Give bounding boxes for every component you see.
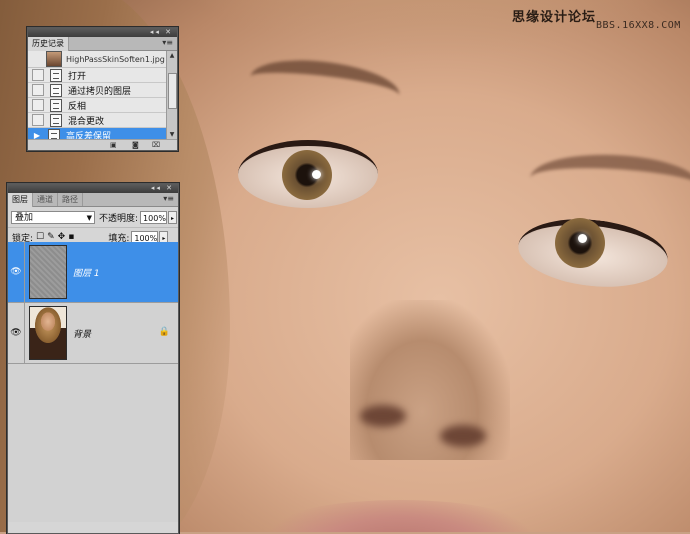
photo-eye-highlight (578, 234, 587, 243)
layer-name[interactable]: 图层 1 (73, 266, 100, 279)
eye-icon[interactable]: 👁 (8, 303, 25, 363)
document-icon (50, 68, 62, 82)
lock-icon: 🔒 (158, 327, 170, 337)
layer-name[interactable]: 背景 (73, 327, 91, 340)
photo-right-eyebrow (528, 149, 690, 215)
layer-thumbnail (29, 245, 67, 299)
scroll-down-icon[interactable]: ▼ (167, 130, 177, 139)
watermark-text: 思缘设计论坛 (512, 10, 597, 25)
blend-mode-select[interactable]: 叠加 ▼ (11, 210, 95, 224)
document-icon (50, 113, 62, 127)
panel-collapse-close-icon[interactable]: ◂◂ ✕ (151, 184, 174, 193)
history-source-checkbox[interactable] (32, 114, 44, 126)
photo-left-eyebrow (247, 54, 403, 118)
opacity-input[interactable]: 100% (140, 210, 168, 224)
photo-eye-highlight (312, 170, 321, 179)
document-icon (48, 128, 60, 139)
history-source-checkbox[interactable] (32, 84, 44, 96)
history-scrollbar[interactable]: ▲ ▼ (166, 51, 177, 139)
history-state[interactable]: 打开 (28, 68, 166, 83)
document-icon (50, 83, 62, 97)
lock-all-icon[interactable]: ▪ (68, 232, 74, 242)
history-source-checkbox[interactable] (32, 69, 44, 81)
history-pointer-icon: ▶ (33, 130, 41, 140)
history-list: HighPassSkinSoften1.jpg 打开 通过拷贝的图层 反相 混合… (28, 51, 166, 139)
history-state[interactable]: 反相 (28, 98, 166, 113)
delete-state-icon[interactable]: ⌧ (152, 141, 160, 149)
panel-menu-icon[interactable]: ▾≡ (163, 194, 174, 203)
history-state-label: 反相 (68, 101, 87, 112)
snapshot-thumbnail (46, 51, 62, 67)
history-state[interactable]: 通过拷贝的图层 (28, 83, 166, 98)
photo-left-iris (282, 150, 332, 200)
photo-nose (350, 300, 510, 460)
document-icon (50, 98, 62, 112)
photo-right-iris (555, 218, 605, 268)
history-panel-titlebar[interactable]: ◂◂ ✕ (28, 28, 177, 37)
history-state[interactable]: 混合更改 (28, 113, 166, 128)
history-state-label: 通过拷贝的图层 (68, 86, 132, 97)
history-footer: ▣ ◙ ⌧ (28, 139, 177, 150)
photo-nostril (440, 425, 486, 447)
opacity-label: 不透明度: (99, 213, 139, 224)
history-tabs: 历史记录 ▾≡ (28, 37, 177, 51)
snapshot-name: HighPassSkinSoften1.jpg (66, 54, 165, 64)
chevron-down-icon: ▼ (86, 213, 92, 222)
tab-paths[interactable]: 路径 (58, 193, 83, 206)
layers-tabs: 图层 通道 路径 ▾≡ (8, 193, 178, 207)
tab-layers[interactable]: 图层 (8, 193, 33, 207)
scroll-thumb[interactable] (168, 73, 177, 109)
lock-transparent-icon[interactable]: ☐ (36, 232, 44, 242)
layers-panel: ◂◂ ✕ 图层 通道 路径 ▾≡ 叠加 ▼ 不透明度: 100% ▸ 锁定: ☐… (7, 183, 179, 534)
layer-thumbnail (29, 306, 67, 360)
layer-list: 👁 图层 1 👁 背景 🔒 (8, 242, 178, 522)
tab-channels[interactable]: 通道 (33, 193, 58, 206)
panel-collapse-close-icon[interactable]: ◂◂ ✕ (150, 28, 173, 37)
opacity-slider-toggle[interactable]: ▸ (168, 210, 178, 224)
lock-pixels-icon[interactable]: ✎ (47, 232, 55, 242)
history-panel: ◂◂ ✕ 历史记录 ▾≡ HighPassSkinSoften1.jpg 打开 … (27, 27, 178, 151)
tab-history[interactable]: 历史记录 (28, 37, 69, 51)
history-state-label: 打开 (68, 71, 87, 82)
photo-nostril (360, 405, 406, 427)
history-snapshot[interactable]: HighPassSkinSoften1.jpg (28, 51, 166, 68)
layer-row[interactable]: 👁 背景 🔒 (8, 303, 178, 364)
new-document-from-state-icon[interactable]: ▣ (110, 141, 117, 149)
watermark-url: BBS.16XX8.COM (596, 20, 681, 31)
panel-menu-icon[interactable]: ▾≡ (162, 38, 173, 47)
photo-lips (270, 500, 530, 532)
history-state-selected[interactable]: ▶ 高反差保留 (28, 128, 166, 139)
layer-row-selected[interactable]: 👁 图层 1 (8, 242, 178, 303)
eye-icon[interactable]: 👁 (8, 242, 25, 302)
scroll-up-icon[interactable]: ▲ (167, 51, 177, 60)
history-state-label: 混合更改 (68, 116, 105, 127)
layers-panel-titlebar[interactable]: ◂◂ ✕ (8, 184, 178, 193)
blend-mode-value: 叠加 (15, 212, 34, 223)
lock-position-icon[interactable]: ✥ (58, 232, 66, 242)
history-state-label: 高反差保留 (66, 131, 112, 140)
blend-opacity-row: 叠加 ▼ 不透明度: 100% ▸ (8, 207, 178, 228)
create-snapshot-icon[interactable]: ◙ (132, 141, 139, 149)
history-source-checkbox[interactable] (32, 99, 44, 111)
